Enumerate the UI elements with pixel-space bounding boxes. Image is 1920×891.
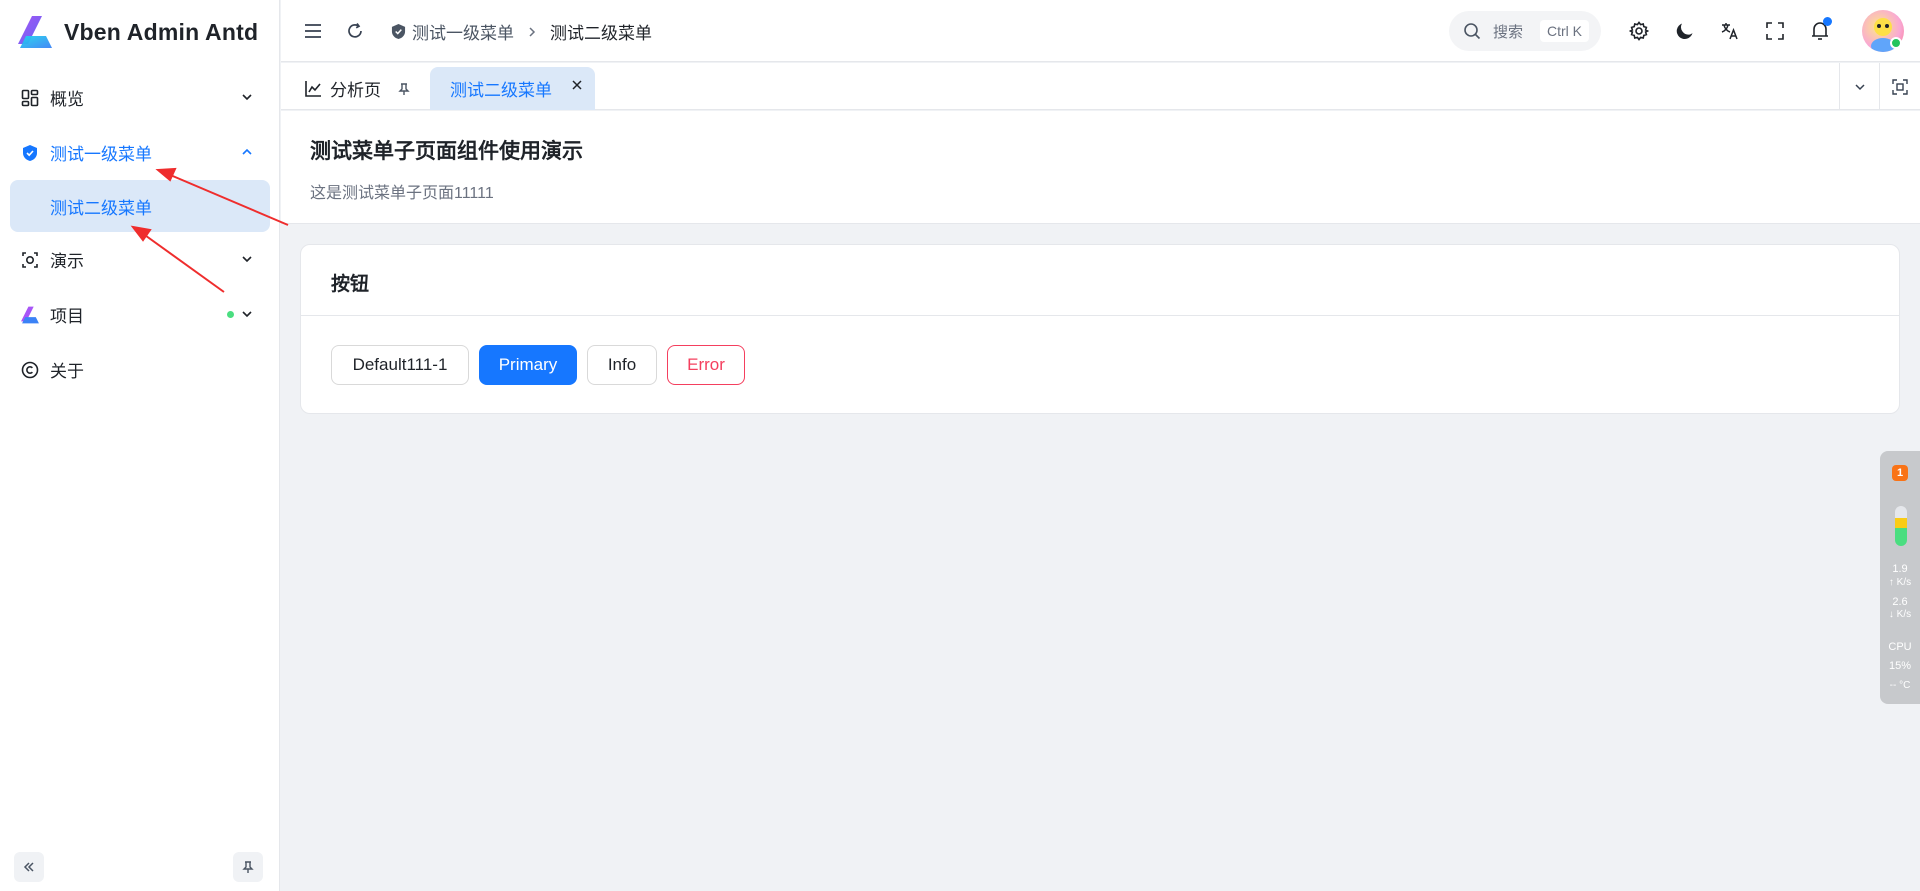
page-description: 这是测试菜单子页面11111 (310, 185, 494, 202)
download-unit: ↓ K/s (1888, 609, 1912, 620)
sidebar-item-label: 关于 (50, 362, 84, 381)
online-status-dot (1890, 37, 1902, 49)
chevron-right-icon (526, 26, 538, 38)
moon-icon (1676, 23, 1693, 40)
tab-label: 测试二级菜单 (450, 81, 552, 100)
dashboard-icon (20, 88, 40, 108)
temperature: -- °C (1889, 680, 1911, 691)
maximize-icon (1892, 78, 1908, 95)
download-unit-label: K/s (1896, 609, 1912, 620)
sidebar-item-label: 项目 (50, 307, 84, 326)
sidebar-item-overview[interactable]: 概览 (0, 70, 280, 125)
primary-button[interactable]: Primary (479, 345, 577, 385)
app-title: Vben Admin Antd (64, 18, 259, 45)
upload-speed: 1.9 (1892, 563, 1908, 575)
chevron-down-icon (238, 88, 256, 106)
sidebar-item-test-level1[interactable]: 测试一级菜单 (0, 125, 280, 180)
vben-logo-icon (16, 14, 54, 50)
chart-line-icon (305, 80, 322, 97)
search-input[interactable]: 搜索 Ctrl K (1449, 11, 1601, 51)
sidebar-item-label: 演示 (50, 252, 84, 271)
notifications-button[interactable] (1804, 15, 1836, 47)
sidebar-item-demo[interactable]: 演示 (0, 232, 280, 287)
collapse-sidebar-button[interactable] (14, 852, 44, 882)
tab-label: 分析页 (330, 81, 381, 100)
card-divider (301, 315, 1899, 316)
monitor-badge: 1 (1892, 465, 1908, 481)
pin-sidebar-button[interactable] (233, 852, 263, 882)
settings-button[interactable] (1623, 15, 1655, 47)
chevron-down-icon (238, 250, 256, 268)
menu-icon (305, 24, 321, 38)
search-icon (1464, 23, 1481, 40)
pin-icon (242, 861, 254, 873)
sidebar: Vben Admin Antd 概览 测试一级菜单 测试二级菜单 演示 项目 关… (0, 0, 280, 891)
error-button[interactable]: Error (667, 345, 745, 385)
language-button[interactable] (1714, 15, 1746, 47)
breadcrumb-item-level1[interactable]: 测试一级菜单 (391, 19, 514, 44)
tab-bar: 分析页 测试二级菜单 (281, 63, 1920, 110)
new-dot-badge (227, 311, 234, 318)
location-shield-icon (20, 143, 40, 163)
refresh-button[interactable] (339, 15, 371, 47)
app-logo[interactable]: Vben Admin Antd (16, 14, 258, 50)
chevron-up-icon (238, 143, 256, 161)
notification-dot (1823, 17, 1832, 26)
theme-toggle-button[interactable] (1669, 15, 1701, 47)
system-monitor-widget[interactable]: 1 1.9 ↑ K/s 2.6 ↓ K/s CPU 15% -- °C (1880, 451, 1920, 704)
breadcrumb-item-current: 测试二级菜单 (550, 24, 652, 43)
upload-unit-label: K/s (1896, 577, 1912, 588)
buttons-card: 按钮 Default111-1 Primary Info Error (300, 244, 1900, 414)
default-button[interactable]: Default111-1 (331, 345, 469, 385)
fullscreen-icon (1766, 22, 1784, 40)
copyright-icon (20, 360, 40, 380)
demo-icon (20, 250, 40, 270)
cpu-label: CPU (1888, 641, 1912, 653)
sidebar-item-project[interactable]: 项目 (0, 287, 280, 342)
fullscreen-button[interactable] (1759, 15, 1791, 47)
card-title: 按钮 (331, 274, 370, 295)
location-shield-icon (391, 24, 406, 39)
sidebar-menu: 概览 测试一级菜单 测试二级菜单 演示 项目 关于 (0, 70, 280, 397)
cpu-usage: 15% (1888, 660, 1912, 672)
close-icon[interactable] (571, 79, 583, 91)
breadcrumb-label: 测试一级菜单 (412, 24, 514, 43)
memory-level-bar (1895, 506, 1907, 546)
sidebar-item-label: 测试一级菜单 (50, 145, 152, 164)
breadcrumb: 测试一级菜单 测试二级菜单 (391, 19, 652, 44)
tab-maximize-button[interactable] (1879, 63, 1920, 110)
sidebar-item-label: 测试二级菜单 (50, 198, 152, 218)
sidebar-item-label: 概览 (50, 90, 84, 109)
top-header: 测试一级菜单 测试二级菜单 搜索 Ctrl K (281, 0, 1920, 62)
refresh-icon (348, 22, 362, 38)
page-title: 测试菜单子页面组件使用演示 (310, 140, 583, 163)
tab-test-level2[interactable]: 测试二级菜单 (430, 67, 595, 110)
tab-analytics[interactable]: 分析页 (295, 67, 421, 110)
page-header: 测试菜单子页面组件使用演示 这是测试菜单子页面11111 (281, 111, 1920, 224)
chevron-down-icon (1854, 83, 1865, 90)
double-chevron-left-icon (23, 862, 34, 872)
upload-unit: ↑ K/s (1888, 577, 1912, 588)
vben-logo-icon (20, 305, 40, 325)
search-shortcut-badge: Ctrl K (1540, 20, 1589, 42)
pin-icon[interactable] (397, 82, 411, 96)
gear-icon (1629, 21, 1649, 41)
sidebar-subitem-test-level2[interactable]: 测试二级菜单 (10, 180, 270, 232)
info-button[interactable]: Info (587, 345, 657, 385)
search-placeholder: 搜索 (1493, 23, 1524, 41)
translate-icon (1721, 23, 1738, 40)
chevron-down-icon (238, 305, 256, 323)
toggle-menu-button[interactable] (297, 15, 329, 47)
download-speed: 2.6 (1892, 596, 1908, 608)
tab-more-button[interactable] (1839, 63, 1879, 110)
sidebar-item-about[interactable]: 关于 (0, 342, 280, 397)
